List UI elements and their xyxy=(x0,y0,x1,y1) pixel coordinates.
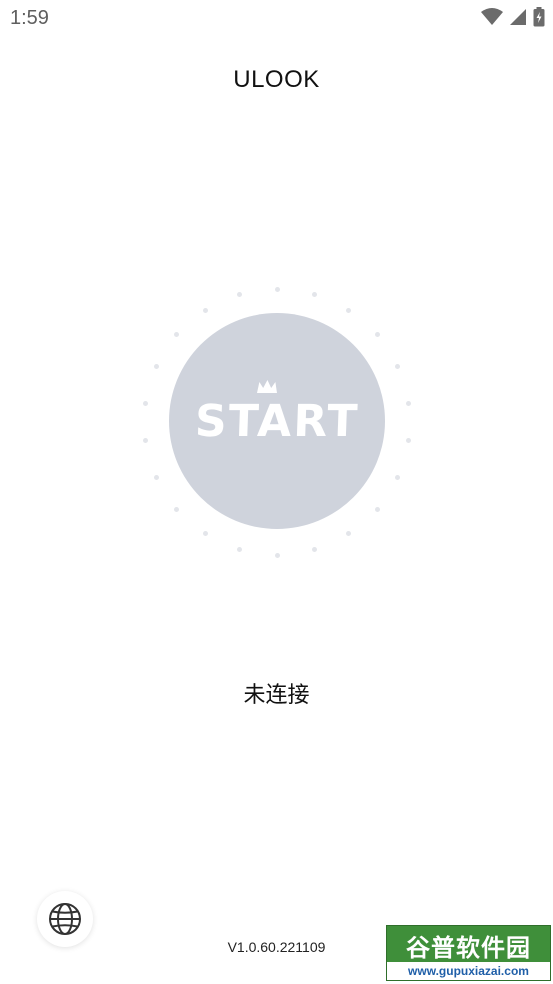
ring-dot xyxy=(153,474,159,480)
ring-dot xyxy=(173,506,179,512)
ring-dot xyxy=(395,474,401,480)
ring-dot xyxy=(173,332,179,338)
ring-dot xyxy=(311,291,317,297)
ring-dot xyxy=(346,307,352,313)
ring-dot xyxy=(375,332,380,338)
ring-dot xyxy=(142,400,148,406)
crown-icon xyxy=(256,379,277,393)
connection-status: 未连接 xyxy=(243,683,310,708)
ring-dot xyxy=(406,400,412,406)
watermark-logo: 谷普软件园 www.gupuxiazai.com xyxy=(386,925,551,981)
start-label: START xyxy=(193,379,361,447)
status-icons xyxy=(481,7,545,27)
battery-charging-icon xyxy=(533,7,545,27)
ring-dot xyxy=(274,552,280,558)
app-title: ULOOK xyxy=(233,66,320,93)
watermark-url: www.gupuxiazai.com xyxy=(387,962,550,980)
status-bar: 1:59 xyxy=(0,0,553,38)
ring-dot xyxy=(375,506,380,512)
ring-dot xyxy=(202,307,208,313)
ring-dot xyxy=(395,364,401,370)
ring-dot xyxy=(406,438,412,444)
app-screen: 1:59 ULOOK START 未连接 V1.0.60.221109 谷普软件… xyxy=(0,0,553,984)
ring-dot xyxy=(237,547,243,553)
status-time: 1:59 xyxy=(10,7,49,29)
ring-dot xyxy=(153,364,159,370)
ring-dot xyxy=(346,531,352,537)
watermark-text: 谷普软件园 xyxy=(406,934,531,962)
start-button[interactable]: START xyxy=(169,313,385,529)
start-text: START xyxy=(193,395,361,447)
globe-icon xyxy=(49,903,81,935)
ring-dot xyxy=(142,438,148,444)
ring-dot xyxy=(311,547,317,553)
wifi-icon xyxy=(481,8,503,25)
ring-dot xyxy=(237,291,243,297)
start-area: START xyxy=(137,282,417,562)
ring-dot xyxy=(202,531,208,537)
cellular-signal-icon xyxy=(510,9,526,25)
ring-dot xyxy=(274,286,280,292)
